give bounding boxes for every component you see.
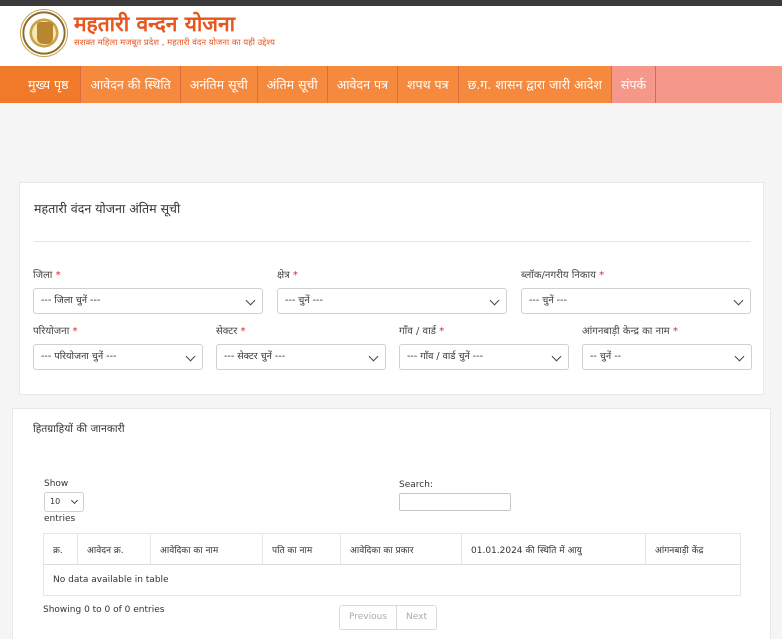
search-input[interactable] — [399, 493, 511, 511]
area-select[interactable]: --- चुनें --- — [277, 288, 507, 314]
show-label: Show — [44, 479, 69, 489]
anganwadi-select[interactable]: -- चुनें -- — [582, 344, 752, 370]
chevron-down-icon — [489, 295, 500, 306]
sector-select[interactable]: --- सेक्टर चुनें --- — [216, 344, 386, 370]
block-select[interactable]: --- चुनें --- — [521, 288, 751, 314]
column-header-applicant-name[interactable]: आवेदिका का नाम — [150, 533, 263, 565]
village-label: गाँव / वार्ड * — [399, 326, 445, 337]
search-label: Search: — [399, 480, 433, 490]
chevron-down-icon — [245, 295, 256, 306]
project-label: परियोजना * — [33, 326, 78, 337]
pagination: Previous Next — [339, 605, 438, 630]
block-label: ब्लॉक/नगरीय निकाय * — [521, 270, 605, 281]
divider — [34, 241, 751, 242]
beneficiary-table: क्र. आवेदन क्र. आवेदिका का नाम पति का ना… — [43, 533, 741, 596]
site-header: महतारी वन्दन योजना सशक्त महिला मजबूत प्र… — [0, 6, 782, 66]
table-row: No data available in table — [43, 564, 741, 596]
site-title: महतारी वन्दन योजना — [74, 12, 236, 36]
chevron-down-icon — [734, 351, 745, 362]
nav-govt-orders[interactable]: छ.ग. शासन द्वारा जारी आदेश — [458, 66, 612, 103]
empty-table-message: No data available in table — [43, 564, 741, 596]
district-label: जिला * — [33, 270, 61, 281]
column-header-application-no[interactable]: आवेदन क्र. — [77, 533, 151, 565]
district-select[interactable]: --- जिला चुनें --- — [33, 288, 263, 314]
beneficiary-card-title: हितग्राहियों की जानकारी — [33, 423, 125, 435]
next-page-button[interactable]: Next — [396, 606, 436, 629]
column-header-age[interactable]: 01.01.2024 की स्थिति में आयु — [461, 533, 646, 565]
filter-card-title: महतारी वंदन योजना अंतिम सूची — [34, 201, 181, 216]
chevron-down-icon — [551, 351, 562, 362]
project-select[interactable]: --- परियोजना चुनें --- — [33, 344, 203, 370]
column-header-husband-name[interactable]: पति का नाम — [262, 533, 341, 565]
column-header-applicant-type[interactable]: आवेदिका का प्रकार — [340, 533, 462, 565]
nav-application-form[interactable]: आवेदन पत्र — [327, 66, 398, 103]
entries-label: entries — [44, 514, 76, 524]
nav-contact[interactable]: संपर्क — [612, 66, 657, 103]
nav-final-list[interactable]: अंतिम सूची — [257, 66, 328, 103]
sector-label: सेक्टर * — [216, 326, 246, 337]
column-header-serial[interactable]: क्र. — [43, 533, 78, 565]
chevron-down-icon — [368, 351, 379, 362]
page-length-select[interactable]: 10 — [44, 492, 84, 512]
nav-application-status[interactable]: आवेदन की स्थिति — [81, 66, 181, 103]
chevron-down-icon — [185, 351, 196, 362]
state-emblem-logo — [20, 9, 68, 57]
table-header-row: क्र. आवेदन क्र. आवेदिका का नाम पति का ना… — [43, 533, 741, 565]
village-select[interactable]: --- गाँव / वार्ड चुनें --- — [399, 344, 569, 370]
site-subtitle: सशक्त महिला मजबूत प्रदेश , महतारी वंदन य… — [74, 38, 275, 48]
area-label: क्षेत्र * — [277, 270, 298, 281]
chevron-down-icon — [70, 496, 79, 505]
main-navigation: मुख्य पृष्ठ आवेदन की स्थिति अनंतिम सूची … — [0, 66, 782, 103]
previous-page-button[interactable]: Previous — [340, 606, 396, 629]
column-header-anganwadi[interactable]: आंगनबाड़ी केंद्र — [645, 533, 741, 565]
anganwadi-label: आंगनबाड़ी केन्द्र का नाम * — [582, 326, 678, 337]
chevron-down-icon — [733, 295, 744, 306]
beneficiary-info-card: हितग्राहियों की जानकारी Show 10 entries … — [12, 408, 771, 639]
nav-home[interactable]: मुख्य पृष्ठ — [0, 66, 82, 103]
nav-affidavit[interactable]: शपथ पत्र — [398, 66, 459, 103]
table-info: Showing 0 to 0 of 0 entries — [43, 605, 165, 615]
nav-provisional-list[interactable]: अनंतिम सूची — [180, 66, 258, 103]
final-list-filter-card: महतारी वंदन योजना अंतिम सूची जिला * --- … — [19, 182, 764, 395]
